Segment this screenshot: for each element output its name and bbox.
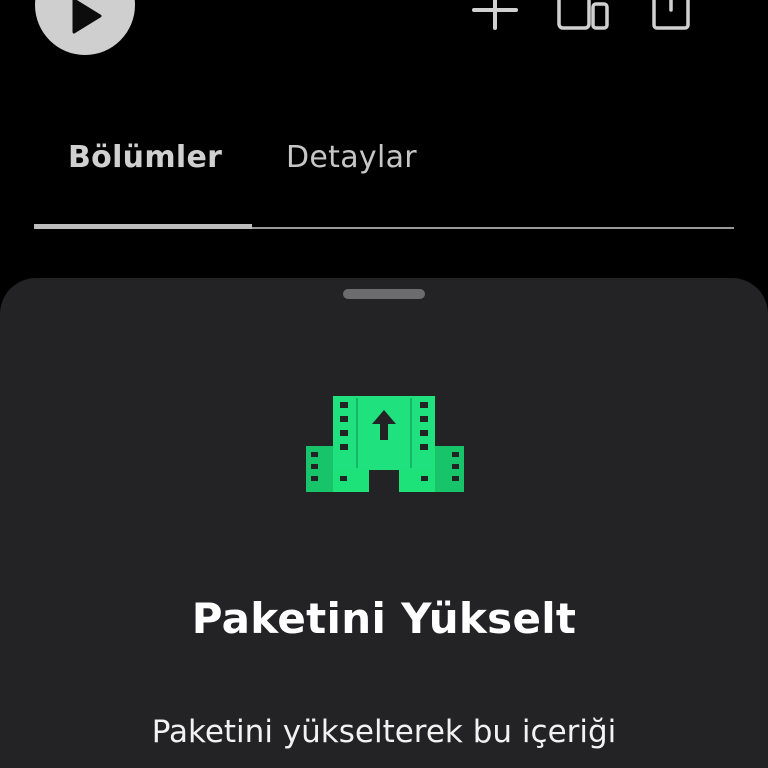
share-button[interactable] [650, 0, 694, 44]
cast-icon [557, 0, 609, 30]
share-icon [652, 0, 690, 30]
tab-detaylar[interactable]: Detaylar [286, 140, 417, 175]
sheet-drag-handle[interactable] [343, 289, 425, 299]
upgrade-bottom-sheet: Paketini Yükselt Paketini yükselterek bu… [0, 278, 768, 768]
tab-active-indicator [34, 224, 252, 229]
film-upgrade-icon [306, 396, 466, 500]
sheet-title: Paketini Yükselt [191, 594, 577, 643]
tab-bar: Bölümler Detaylar [34, 120, 734, 230]
play-icon [72, 0, 102, 34]
top-bar [0, 0, 768, 70]
tab-bolumler[interactable]: Bölümler [68, 140, 222, 175]
plus-icon [472, 0, 518, 30]
sheet-description: Paketini yükselterek bu içeriği [151, 714, 617, 750]
cast-button[interactable] [556, 0, 612, 44]
add-button[interactable] [470, 0, 520, 44]
play-button[interactable] [35, 0, 135, 55]
